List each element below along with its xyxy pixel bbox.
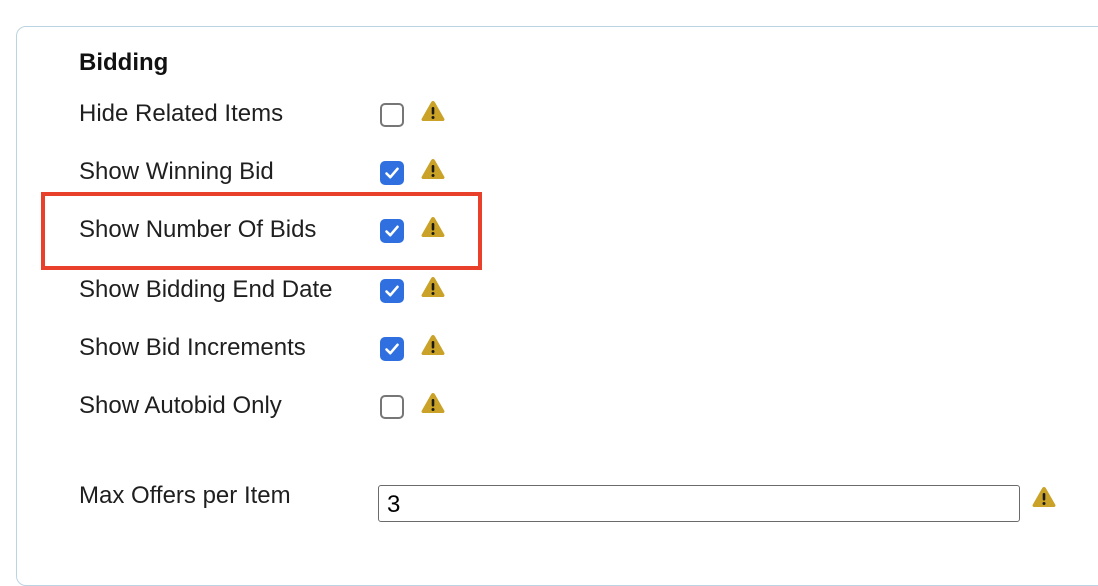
max-offers-input[interactable] xyxy=(378,485,1020,522)
warning-icon xyxy=(420,275,446,299)
show-winning-bid-checkbox[interactable] xyxy=(380,161,404,185)
setting-row-show-autobid-only: Show Autobid Only xyxy=(79,391,499,427)
setting-row-hide-related-items: Hide Related Items xyxy=(79,99,499,135)
setting-row-show-bidding-end-date: Show Bidding End Date xyxy=(79,275,499,311)
setting-label: Show Bid Increments xyxy=(79,334,306,361)
section-title: Bidding xyxy=(79,49,169,76)
show-bid-increments-checkbox[interactable] xyxy=(380,337,404,361)
highlight-box xyxy=(41,192,482,270)
setting-row-show-winning-bid: Show Winning Bid xyxy=(79,157,499,193)
show-autobid-only-checkbox[interactable] xyxy=(380,395,404,419)
setting-label: Show Bidding End Date xyxy=(79,276,333,303)
setting-label: Show Autobid Only xyxy=(79,392,282,419)
warning-icon xyxy=(1031,485,1057,509)
setting-row-show-bid-increments: Show Bid Increments xyxy=(79,333,499,369)
warning-icon xyxy=(420,391,446,415)
setting-label: Hide Related Items xyxy=(79,100,284,127)
warning-icon xyxy=(420,157,446,181)
setting-label: Show Winning Bid xyxy=(79,158,274,185)
warning-icon xyxy=(420,333,446,357)
hide-related-items-checkbox[interactable] xyxy=(380,103,404,127)
warning-icon xyxy=(420,99,446,123)
show-bidding-end-date-checkbox[interactable] xyxy=(380,279,404,303)
max-offers-label: Max Offers per Item xyxy=(79,482,291,509)
